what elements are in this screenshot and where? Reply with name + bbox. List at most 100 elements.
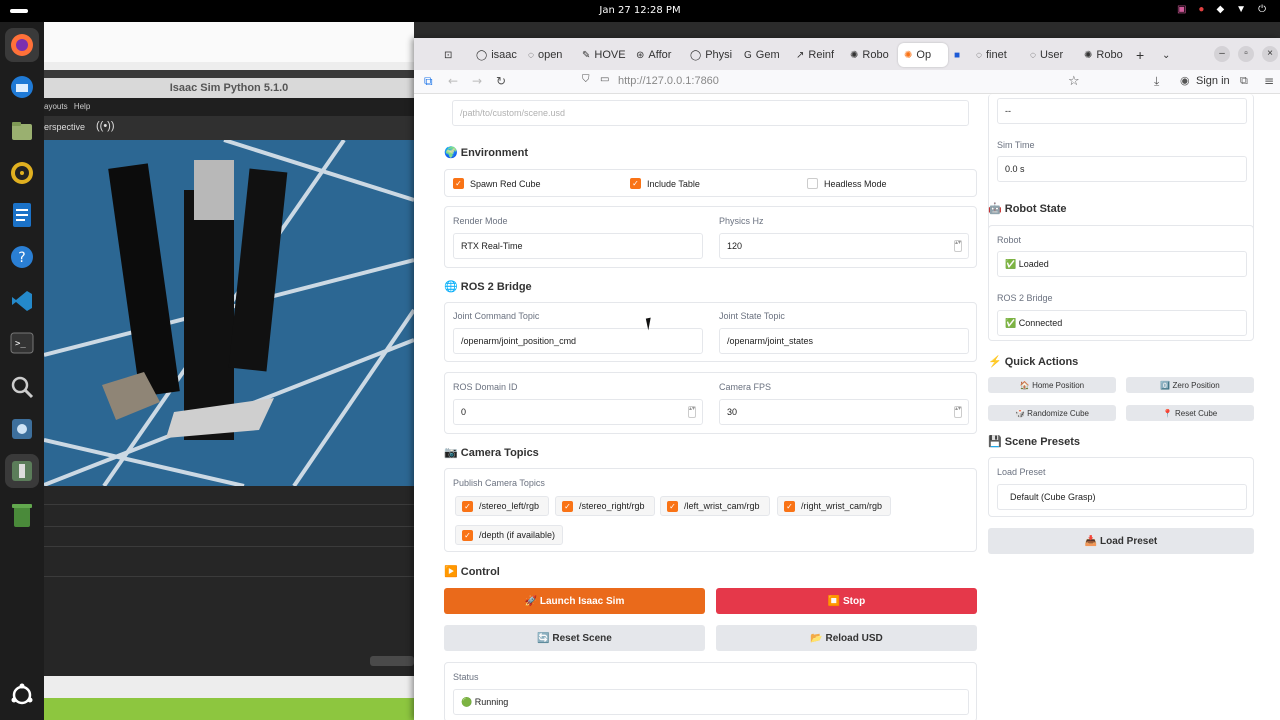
reset-scene-button[interactable]: 🔄 Reset Scene [444,625,705,651]
camera-icon[interactable]: ((•)) [96,120,115,132]
custom-scene-path-input[interactable]: /path/to/custom/scene.usd [452,100,969,126]
bookmark-star-icon[interactable]: ☆ [1068,74,1080,89]
rhythmbox-icon[interactable] [5,156,39,190]
tab-physi[interactable]: ◯ Physi [690,43,736,67]
perspective-menu[interactable]: erspective [44,122,85,132]
back-icon[interactable]: ← [448,74,458,88]
spinner-icon[interactable]: ▴▾ [688,406,696,418]
camera-topic-stereo-left[interactable]: ✓/stereo_left/rgb [455,496,549,516]
account-icon[interactable]: ◉ [1180,74,1190,87]
download-icon[interactable]: ⤓ [1154,74,1159,89]
extensions-icon[interactable]: ⧉ [1240,74,1248,88]
tab-robo-2[interactable]: ✺ Robo [1084,43,1128,67]
menu-bar: ayouts Help [44,98,414,116]
writer-icon[interactable] [5,198,39,232]
camera-topic-left-wrist[interactable]: ✓/left_wrist_cam/rgb [660,496,770,516]
spinner-icon[interactable]: ▴▾ [954,240,962,252]
maximize-button[interactable]: ▫ [1238,46,1254,62]
tab-openarm-active[interactable]: ✺ Op [898,43,948,67]
stop-button[interactable]: ⏹️ Stop [716,588,977,614]
ubuntu-logo-icon[interactable] [5,678,39,712]
firefox-icon[interactable] [5,28,39,62]
tab-overview[interactable]: ⊡ [444,43,464,67]
tab-favicon-icon: ✎ [582,49,591,61]
ros-domain-id-input[interactable]: 0 ▴▾ [453,399,703,425]
camera-topics-heading: 📷 Camera Topics [444,447,539,459]
github-icon: ◯ [690,49,702,61]
tab-list-button[interactable]: ⌄ [1162,43,1178,67]
spawn-red-cube-checkbox[interactable]: ✓ Spawn Red Cube [453,178,541,189]
tab-user[interactable]: ◌ User [1030,43,1074,67]
page-info-icon[interactable]: ▭ [600,74,609,85]
bottom-panel[interactable] [44,486,414,676]
terminal-icon[interactable]: >_ [5,326,39,360]
joint-state-topic-input[interactable]: /openarm/joint_states [719,328,969,354]
minimize-button[interactable]: – [1214,46,1230,62]
tab-hove[interactable]: ✎ HOVE [582,43,628,67]
close-button[interactable]: × [1262,46,1278,62]
menu-help[interactable]: Help [74,102,90,111]
sign-in-link[interactable]: Sign in [1196,75,1230,87]
tab-robo[interactable]: ✺ Robo [850,43,894,67]
tab-blue[interactable]: ■ [954,43,972,67]
microphone-icon[interactable]: ● [1198,4,1204,15]
tab-isaac[interactable]: ◯ isaac [476,43,518,67]
camera-topic-stereo-right[interactable]: ✓/stereo_right/rgb [555,496,655,516]
files-icon[interactable] [5,114,39,148]
checkmark-icon: ✓ [462,529,473,541]
shield-icon[interactable]: ⛉ [582,74,590,85]
thunderbird-icon[interactable] [5,70,39,104]
isaac-sim-window[interactable]: Isaac Sim Python 5.1.0 ayouts Help erspe… [44,22,414,720]
forward-icon[interactable]: → [472,74,482,88]
joint-command-topic-input[interactable]: /openarm/joint_position_cmd [453,328,703,354]
camera-topic-depth[interactable]: ✓/depth (if available) [455,525,563,545]
tab-gem[interactable]: G Gem [744,43,790,67]
panel-scrollbar[interactable] [370,656,414,666]
3d-viewport[interactable] [44,140,414,486]
tab-reinf[interactable]: ↗ Reinf [796,43,840,67]
spinner-icon[interactable]: ▴▾ [954,406,962,418]
tab-favicon-icon: ◌ [1030,49,1036,61]
camera-fps-input[interactable]: 30 ▴▾ [719,399,969,425]
isaac-app-icon[interactable] [5,412,39,446]
zero-position-button[interactable]: 0️⃣ Zero Position [1126,377,1254,393]
menu-icon[interactable]: ≡ [1264,74,1274,88]
render-mode-dropdown[interactable]: RTX Real-Time [453,233,703,259]
camera-topic-right-wrist[interactable]: ✓/right_wrist_cam/rgb [777,496,891,516]
menu-layouts[interactable]: ayouts [44,102,68,111]
publish-camera-topics-label: Publish Camera Topics [453,478,545,488]
gradio-app: /path/to/custom/scene.usd 🌍 Environment … [414,94,1280,720]
tab-affor[interactable]: ⊛ Affor [636,43,682,67]
home-position-button[interactable]: 🏠 Home Position [988,377,1116,393]
physics-hz-input[interactable]: 120 ▴▾ [719,233,969,259]
reload-icon[interactable]: ↻ [496,74,506,88]
sidebar-toggle-icon[interactable]: ⧉ [424,74,433,89]
clock[interactable]: Jan 27 12:28 PM [0,5,1280,16]
isaac-sim-icon[interactable] [5,454,39,488]
load-preset-dropdown[interactable]: Default (Cube Grasp) [997,484,1247,510]
joint-state-topic-label: Joint State Topic [719,311,785,321]
vscode-icon[interactable] [5,284,39,318]
new-tab-button[interactable]: + [1136,43,1152,67]
launch-isaac-sim-button[interactable]: 🚀 Launch Isaac Sim [444,588,705,614]
help-icon[interactable]: ? [5,240,39,274]
network-icon[interactable]: ◆ [1216,4,1224,15]
randomize-cube-button[interactable]: 🎲 Randomize Cube [988,405,1116,421]
tab-open[interactable]: ◌ open [528,43,572,67]
tab-finet[interactable]: ◌ finet [976,43,1020,67]
volume-icon[interactable]: ▼ [1236,4,1246,15]
screen-share-icon[interactable]: ▣ [1177,4,1186,15]
sim-time-value: 0.0 s [997,156,1247,182]
power-icon[interactable]: ⏻ [1258,4,1266,15]
load-preset-button[interactable]: 📥 Load Preset [988,528,1254,554]
reload-usd-button[interactable]: 📂 Reload USD [716,625,977,651]
system-tray[interactable]: ▣ ● ◆ ▼ ⏻ [1177,4,1266,15]
headless-mode-checkbox[interactable]: Headless Mode [807,178,887,189]
trash-icon[interactable] [5,498,39,532]
search-icon[interactable] [5,370,39,404]
reset-cube-button[interactable]: 📍 Reset Cube [1126,405,1254,421]
camera-topics-panel: Publish Camera Topics ✓/stereo_left/rgb … [444,468,977,552]
address-bar[interactable]: http://127.0.0.1:7860 [618,75,719,87]
include-table-checkbox[interactable]: ✓ Include Table [630,178,700,189]
browser-window[interactable]: ⊡ ◯ isaac ◌ open ✎ HOVE ⊛ Affor ◯ Physi G Gem … [414,38,1280,720]
